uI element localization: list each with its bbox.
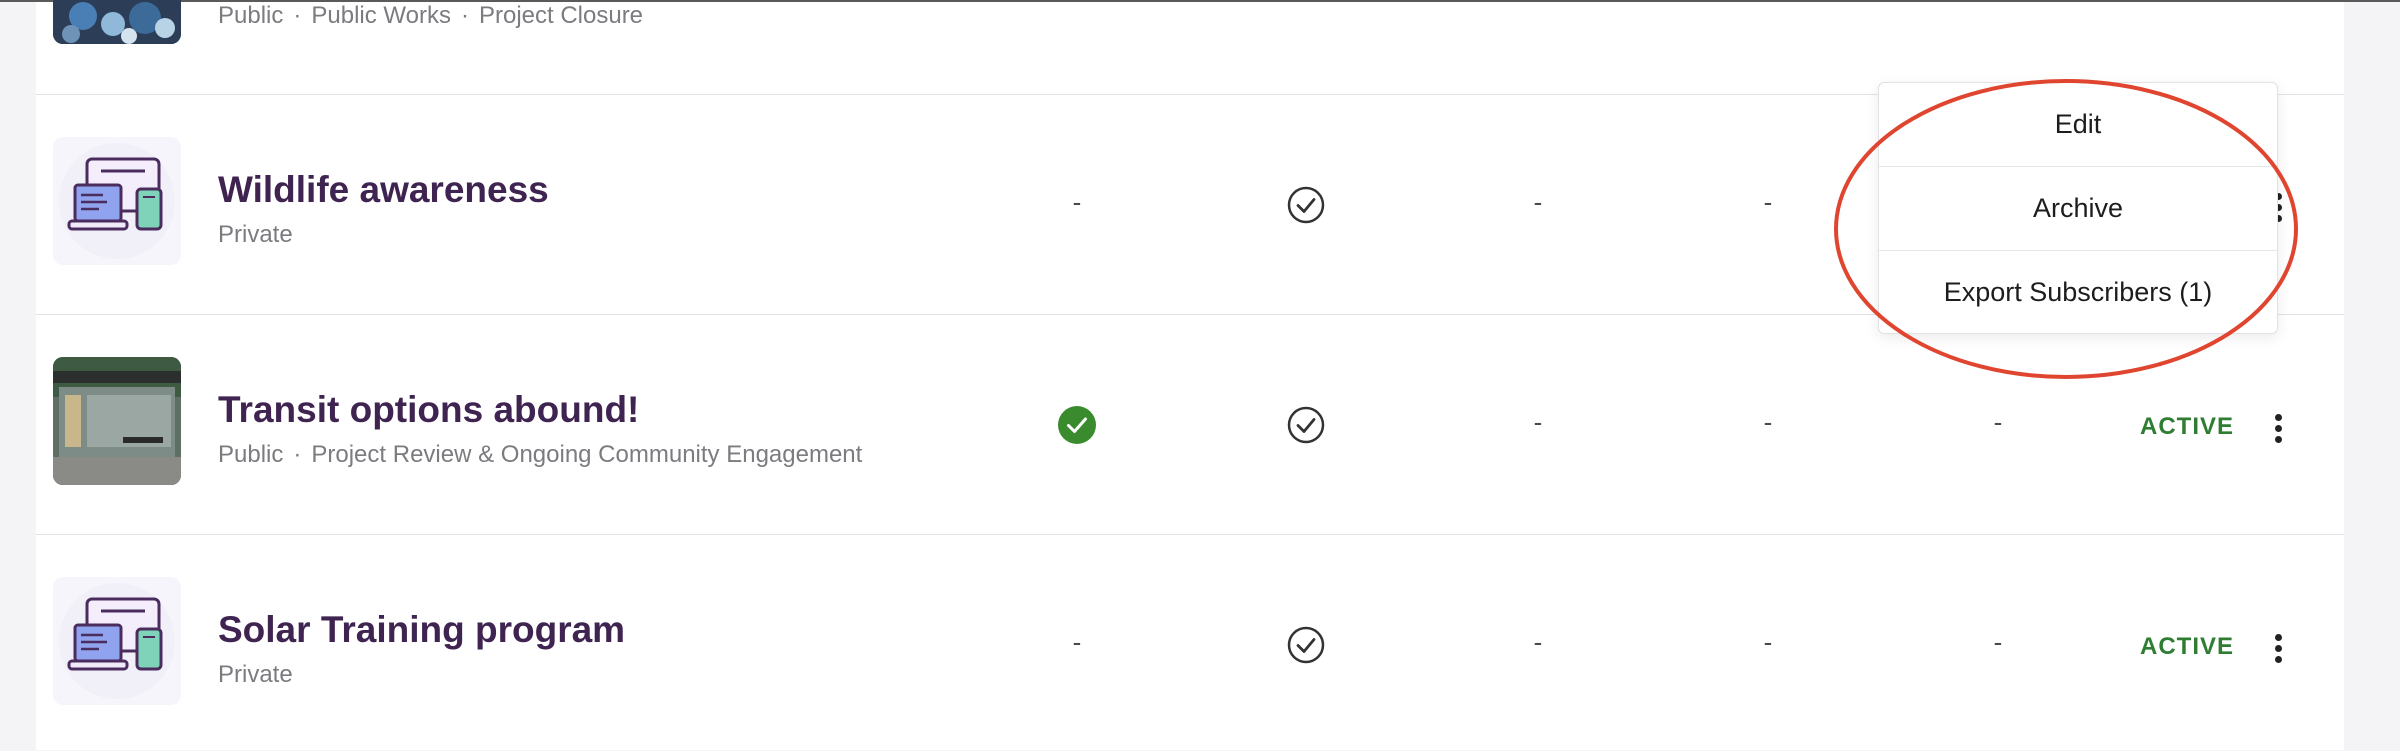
column-value: - [1993,627,2003,657]
column-value: - [1763,627,1773,657]
project-list: Public · Public Works · Project Closure Wild… [36,0,2344,751]
context-menu: Edit Archive Export Subscribers (1) [1878,82,2278,334]
menu-item-archive[interactable]: Archive [1879,167,2277,251]
check-outline-icon [1276,185,1336,225]
check-outline-icon [1276,625,1336,665]
tag-label: Project Review & Ongoing Community Engag… [311,441,863,468]
separator: · [293,2,302,29]
column-value: - [1072,187,1082,217]
table-row[interactable]: Public · Public Works · Project Closure [36,0,2344,94]
column-value: - [1763,407,1773,437]
project-meta: Public · Project Review & Ongoing Communit… [218,441,862,469]
visibility-label: Public [218,2,284,29]
check-filled-icon [1047,405,1107,445]
devices-illustration-icon [59,583,175,699]
visibility-label: Public [218,441,284,468]
tag-label: Project Closure [478,2,644,29]
tag-label: Public Works [311,2,451,29]
bus-shelter-photo-icon [53,357,181,485]
menu-item-edit[interactable]: Edit [1879,83,2277,167]
more-options-icon[interactable] [2268,411,2288,455]
devices-illustration-icon [59,143,175,259]
menu-item-export-subscribers[interactable]: Export Subscribers (1) [1879,251,2277,334]
more-options-icon[interactable] [2268,631,2288,675]
column-value: - [1533,407,1543,437]
project-meta: Private [218,221,293,249]
project-title[interactable]: Wildlife awareness [218,169,549,211]
project-meta: Public · Public Works · Project Closure [218,2,643,30]
check-outline-icon [1276,405,1336,445]
column-value: - [1763,187,1773,217]
column-value: - [1993,407,2003,437]
column-value: - [1533,187,1543,217]
separator: · [460,2,469,29]
project-meta: Private [218,661,293,689]
project-thumbnail [53,0,181,44]
table-row[interactable]: Solar Training program Private - - - - A… [36,534,2344,751]
separator: · [293,441,302,468]
project-thumbnail [53,137,181,265]
project-title[interactable]: Solar Training program [218,609,625,651]
table-row[interactable]: Transit options abound! Public · Project R… [36,314,2344,535]
column-value: - [1533,627,1543,657]
project-thumbnail [53,357,181,485]
visibility-label: Private [218,661,293,688]
status-badge: ACTIVE [2140,633,2235,660]
status-badge: ACTIVE [2140,413,2235,440]
visibility-label: Private [218,221,293,248]
project-title[interactable]: Transit options abound! [218,389,639,431]
project-thumbnail [53,577,181,705]
column-value: - [1072,627,1082,657]
recycling-photo-icon [53,0,181,44]
